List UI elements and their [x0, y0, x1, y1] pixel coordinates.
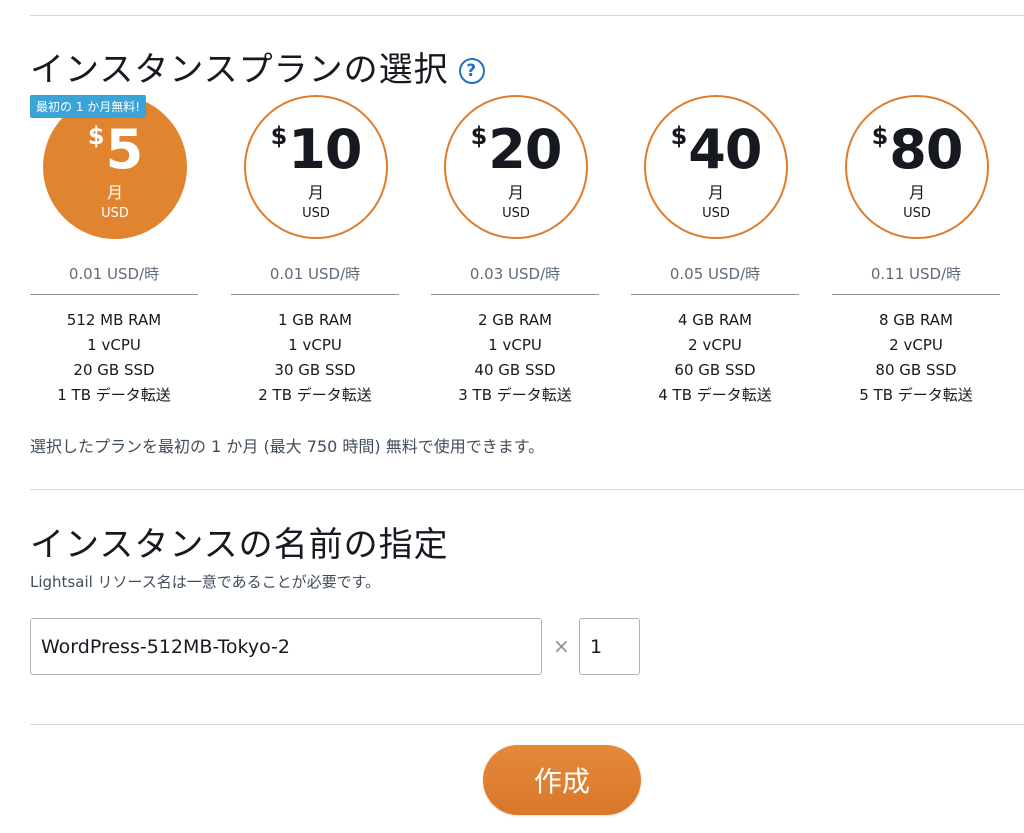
spec-ssd: 20 GB SSD	[73, 361, 155, 379]
price-amount: 5	[105, 118, 144, 181]
spec-ram: 8 GB RAM	[878, 311, 953, 329]
plan-price-circle[interactable]: $80 月 USD	[845, 95, 989, 239]
spec-ssd: 40 GB SSD	[474, 361, 556, 379]
spec-ram: 2 GB RAM	[477, 311, 552, 329]
name-uniqueness-hint: Lightsail リソース名は一意であることが必要です。	[30, 573, 381, 591]
plan-specs: 512 MB RAM 1 vCPU 20 GB SSD 1 TB データ転送	[30, 308, 198, 408]
price-amount: 10	[288, 118, 362, 181]
price-currency: USD	[302, 206, 330, 221]
plan-hourly-rate: 0.11 USD/時	[870, 265, 962, 283]
currency-symbol: $	[87, 122, 105, 150]
plan-price: $5	[45, 123, 185, 177]
spec-vcpu: 1 vCPU	[87, 336, 141, 354]
spec-transfer: 5 TB データ転送	[859, 386, 973, 404]
bottom-divider	[30, 724, 1024, 725]
price-unit: 月	[307, 183, 324, 202]
spec-ssd: 30 GB SSD	[274, 361, 356, 379]
plan-divider	[231, 294, 399, 295]
plan-section-title-text: インスタンスプランの選択	[30, 50, 449, 90]
price-currency: USD	[502, 206, 530, 221]
price-unit: 月	[908, 183, 925, 202]
price-unit: 月	[707, 183, 724, 202]
plan-divider	[30, 294, 198, 295]
instance-name-input[interactable]	[30, 618, 542, 675]
spec-transfer: 2 TB データ転送	[258, 386, 372, 404]
price-currency: USD	[101, 206, 129, 221]
currency-symbol: $	[670, 122, 688, 150]
currency-symbol: $	[270, 122, 288, 150]
spec-vcpu: 2 vCPU	[889, 336, 943, 354]
plan-hourly-rate: 0.01 USD/時	[269, 265, 361, 283]
plan-price: $10	[246, 123, 386, 177]
plan-hourly-rate: 0.05 USD/時	[669, 265, 761, 283]
lightsail-create-instance-page: インスタンスプランの選択? $5 月 USD 最初の 1 か月無料! 0.01 …	[0, 0, 1024, 833]
price-currency: USD	[903, 206, 931, 221]
plan-specs: 1 GB RAM 1 vCPU 30 GB SSD 2 TB データ転送	[231, 308, 399, 408]
spec-transfer: 4 TB データ転送	[658, 386, 772, 404]
price-amount: 80	[889, 118, 963, 181]
free-month-badge: 最初の 1 か月無料!	[30, 95, 147, 118]
plan-price: $20	[446, 123, 586, 177]
plan-specs: 4 GB RAM 2 vCPU 60 GB SSD 4 TB データ転送	[631, 308, 799, 408]
price-currency: USD	[702, 206, 730, 221]
spec-ram: 512 MB RAM	[66, 311, 162, 329]
instance-quantity-input[interactable]	[579, 618, 640, 675]
price-unit: 月	[507, 183, 524, 202]
currency-symbol: $	[871, 122, 889, 150]
spec-ssd: 60 GB SSD	[674, 361, 756, 379]
plan-price-circle[interactable]: $40 月 USD	[644, 95, 788, 239]
top-divider	[30, 15, 1024, 16]
spec-ram: 1 GB RAM	[277, 311, 352, 329]
plan-divider	[832, 294, 1000, 295]
section-divider	[30, 489, 1024, 490]
currency-symbol: $	[470, 122, 488, 150]
question-circle-icon[interactable]: ?	[458, 58, 485, 84]
plan-price: $80	[847, 123, 987, 177]
free-tier-note: 選択したプランを最初の 1 か月 (最大 750 時間) 無料で使用できます。	[30, 437, 545, 456]
plan-specs: 8 GB RAM 2 vCPU 80 GB SSD 5 TB データ転送	[832, 308, 1000, 408]
spec-vcpu: 1 vCPU	[288, 336, 342, 354]
spec-transfer: 1 TB データ転送	[57, 386, 171, 404]
plan-specs: 2 GB RAM 1 vCPU 40 GB SSD 3 TB データ転送	[431, 308, 599, 408]
plan-hourly-rate: 0.01 USD/時	[68, 265, 160, 283]
price-amount: 20	[488, 118, 562, 181]
plan-price-circle[interactable]: $10 月 USD	[244, 95, 388, 239]
create-button[interactable]: 作成	[483, 745, 641, 815]
multiply-icon: ×	[553, 634, 570, 658]
plan-divider	[431, 294, 599, 295]
name-section-title: インスタンスの名前の指定	[30, 525, 449, 565]
plan-price-circle[interactable]: $20 月 USD	[444, 95, 588, 239]
plan-divider	[631, 294, 799, 295]
spec-ssd: 80 GB SSD	[875, 361, 957, 379]
price-amount: 40	[688, 118, 762, 181]
price-unit: 月	[106, 183, 123, 202]
spec-vcpu: 2 vCPU	[688, 336, 742, 354]
spec-ram: 4 GB RAM	[677, 311, 752, 329]
plan-hourly-rate: 0.03 USD/時	[469, 265, 561, 283]
plan-price: $40	[646, 123, 786, 177]
spec-vcpu: 1 vCPU	[488, 336, 542, 354]
spec-transfer: 3 TB データ転送	[458, 386, 572, 404]
plan-section-title: インスタンスプランの選択?	[30, 42, 485, 91]
